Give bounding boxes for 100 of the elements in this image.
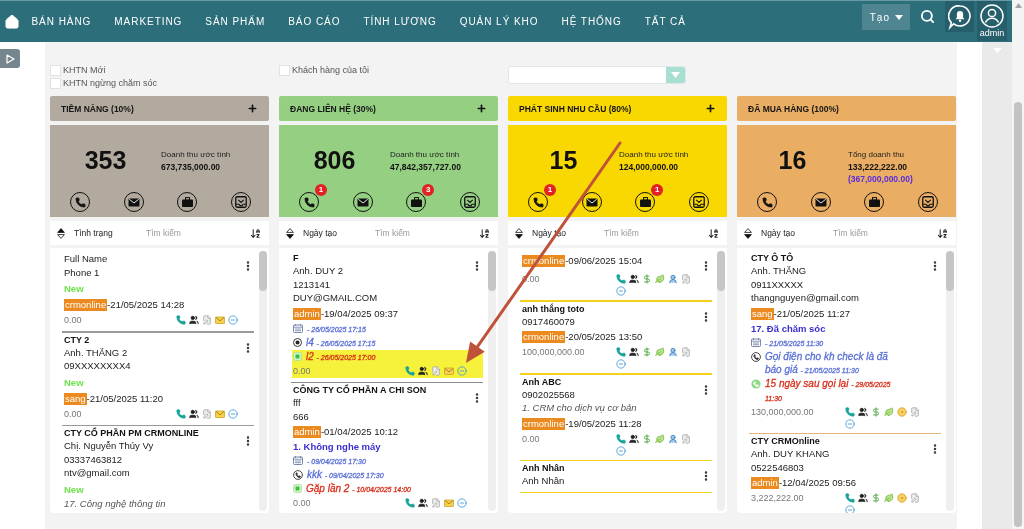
square-dot-icon [293,351,302,361]
sort-direction-icon[interactable] [57,227,65,239]
note-icon[interactable] [681,274,691,284]
menu-item[interactable]: BÁN HÀNG [20,16,103,27]
people-icon[interactable] [418,498,428,508]
leaf-icon[interactable] [884,493,894,503]
plus-icon[interactable] [705,103,716,114]
card-text: Anh. DUY 2 [293,264,343,278]
sort-direction-icon[interactable] [286,227,294,239]
plus-icon[interactable] [247,103,258,114]
caret-icon [671,72,680,78]
revenue-label: Doanh thu ước tính [619,149,689,161]
card-text: 09XXXXXXXX4 [64,359,131,373]
people-icon[interactable] [189,315,199,325]
sort-direction-icon[interactable] [515,227,523,239]
card-text: Full Name [64,252,108,266]
user-menu-button[interactable]: admin [977,1,1007,41]
home-icon[interactable] [4,13,20,30]
created-date: -21/05/2025 14:28 [107,299,185,311]
note-icon[interactable] [910,493,920,503]
checkbox-label: Khách hàng của tôi [292,65,370,75]
minus-circle-icon[interactable] [228,315,238,325]
leaf-icon[interactable] [884,406,894,417]
created-date: -19/05/2025 11:28 [565,417,642,430]
checkbox[interactable] [50,64,61,76]
card-text: Anh. DUY KHANG [751,447,830,461]
people-icon[interactable] [858,406,868,417]
people-icon[interactable] [629,274,639,284]
search-icon[interactable] [920,9,935,24]
card-title: CÔNG TY CỔ PHẦN A CHI SON [293,384,427,396]
leaf-icon[interactable] [655,347,665,357]
sort-field[interactable]: Ngày tạo [303,228,338,238]
menu-item[interactable]: SẢN PHẨM [193,16,277,27]
scrollbar[interactable] [1012,0,1024,529]
sort-icon[interactable] [479,227,490,239]
plus-icon[interactable] [476,103,487,114]
caret-icon [895,14,903,20]
square-dot-icon [293,484,302,493]
leaf-icon[interactable] [655,433,665,444]
owner-tag: admin [293,307,321,320]
card-text: Anh. THẮNG 2 [64,345,128,359]
card-title: Anh ABC [522,375,562,388]
note-icon[interactable] [681,347,691,357]
person-icon[interactable] [668,433,678,444]
card-text: 1213141 [293,277,330,291]
minus-circle-icon[interactable] [457,498,467,508]
sort-search-bar[interactable]: Tình trạng Tìm kiếm [50,221,269,245]
menu-item[interactable]: TẤT CẢ [633,16,698,27]
sort-search-bar[interactable]: Ngày tạo Tìm kiếm [737,221,956,245]
scrollbar[interactable] [488,251,496,511]
radio-icon [293,337,302,347]
checkbox[interactable] [279,64,290,76]
select-field[interactable] [508,66,686,84]
checkbox[interactable] [50,77,61,89]
minus-circle-icon[interactable] [228,408,238,419]
people-icon[interactable] [858,493,868,503]
menu-item[interactable]: HỆ THỐNG [550,16,634,27]
disc-icon[interactable] [897,493,907,503]
card-text: Chị. Nguyễn Thúy Vy [64,439,154,453]
menu-item[interactable]: MARKETING [102,16,194,27]
disc-icon[interactable] [897,406,907,417]
sort-direction-icon[interactable] [744,227,752,239]
people-icon[interactable] [418,365,428,376]
minus-circle-icon[interactable] [457,365,467,376]
sort-field[interactable]: Ngày tạo [761,228,796,238]
notification-button[interactable] [945,1,974,32]
created-date: -20/05/2025 13:50 [565,331,643,343]
people-icon[interactable] [629,347,639,357]
menu-item[interactable]: QUẢN LÝ KHO [448,16,550,27]
leaf-icon[interactable] [655,274,665,284]
triangle-icon [5,53,15,64]
status-text: New [64,482,84,497]
scrollbar[interactable] [259,251,267,511]
note-icon[interactable] [681,433,691,444]
person-icon[interactable] [668,274,678,284]
card-text: thangnguyen@gmail.com [751,291,859,305]
sort-icon[interactable] [708,227,719,239]
people-icon[interactable] [189,408,199,419]
people-icon[interactable] [629,433,639,444]
owner-tag: sang [751,307,774,320]
note-icon[interactable] [910,406,920,417]
amount-text: 100,000,000.00 [522,346,585,359]
scrollbar[interactable] [946,251,954,511]
card-title: CTY CRMOnline [751,435,820,447]
menu-item[interactable]: BÁO CÁO [276,16,352,27]
sort-icon[interactable] [937,227,948,239]
count-badge: 1 [651,184,664,196]
sort-icon[interactable] [250,227,261,239]
card-text: 03337463812 [64,452,123,466]
menu-item[interactable]: TÍNH LƯƠNG [351,16,449,27]
revenue-label: Doanh thu ước tính [161,149,231,161]
revenue-amount: 124,000,000.00 [619,161,679,173]
sort-field[interactable]: Tình trạng [74,228,113,238]
create-button[interactable]: Tạo [861,4,910,30]
scrollbar[interactable] [717,251,725,511]
created-date: -01/04/2025 10:12 [320,426,398,438]
card-text: fff [293,396,301,410]
sidebar-toggle-button[interactable] [0,49,20,68]
person-icon[interactable] [668,347,678,357]
sort-search-bar[interactable]: Ngày tạo Tìm kiếm [279,221,498,245]
